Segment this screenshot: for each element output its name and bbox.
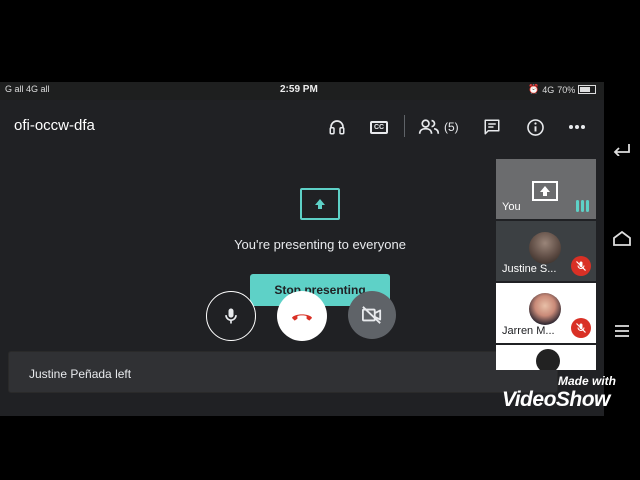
avatar [529,293,561,325]
info-icon[interactable] [524,116,546,138]
status-network-left: G all 4G all [5,84,50,94]
system-nav-bar [604,64,640,416]
snackbar-text: Justine Peñada left [29,367,132,381]
avatar [529,232,561,264]
network-type: 4G [542,84,555,95]
participant-tile-justine[interactable]: Justine S... [496,221,596,281]
alarm-icon: ⏰ [528,84,540,94]
captions-label: CC [369,120,389,134]
participant-tile-jarren[interactable]: Jarren M... [496,283,596,343]
participant-tile[interactable] [496,345,596,370]
battery-icon [578,85,597,94]
home-icon[interactable] [612,230,632,246]
hang-up-button[interactable] [277,291,327,341]
microphone-icon [225,308,237,324]
headphones-icon[interactable] [326,116,348,138]
captions-icon[interactable]: CC [368,116,390,138]
toolbar-divider [404,115,405,137]
people-icon[interactable] [418,116,440,138]
videoshow-watermark: Made with VideoShow [502,368,638,416]
participant-name: Jarren M... [502,325,555,337]
mic-off-icon [571,318,591,338]
present-screen-icon [300,188,340,220]
back-icon[interactable] [613,142,631,156]
mic-off-icon [571,256,591,276]
watermark-made-with: Made with [558,374,617,388]
battery-level: 70% [557,84,576,95]
status-time: 2:59 PM [280,84,318,95]
participant-tile-you[interactable]: You [496,159,596,219]
audio-level-icon [576,200,589,212]
presenting-message: You're presenting to everyone [234,237,406,252]
camera-button[interactable] [348,291,396,339]
snackbar: Justine Peñada left [8,351,558,393]
camera-off-icon [362,306,382,324]
watermark-brand: VideoShow [502,388,610,411]
participant-count[interactable]: (5) [444,120,459,134]
menu-icon[interactable] [614,324,630,338]
present-screen-icon [532,181,558,201]
chat-icon[interactable] [481,116,503,138]
microphone-button[interactable] [206,291,256,341]
more-options-icon[interactable] [566,116,588,138]
participant-name: Justine S... [502,263,557,275]
avatar [536,349,560,370]
participant-name: You [502,201,521,213]
status-bar: G all 4G all 2:59 PM ⏰ 4G 70% [0,82,604,100]
hang-up-icon [291,314,313,321]
meeting-code: ofi-occw-dfa [14,117,95,134]
status-right: ⏰ 4G 70% [528,84,597,95]
